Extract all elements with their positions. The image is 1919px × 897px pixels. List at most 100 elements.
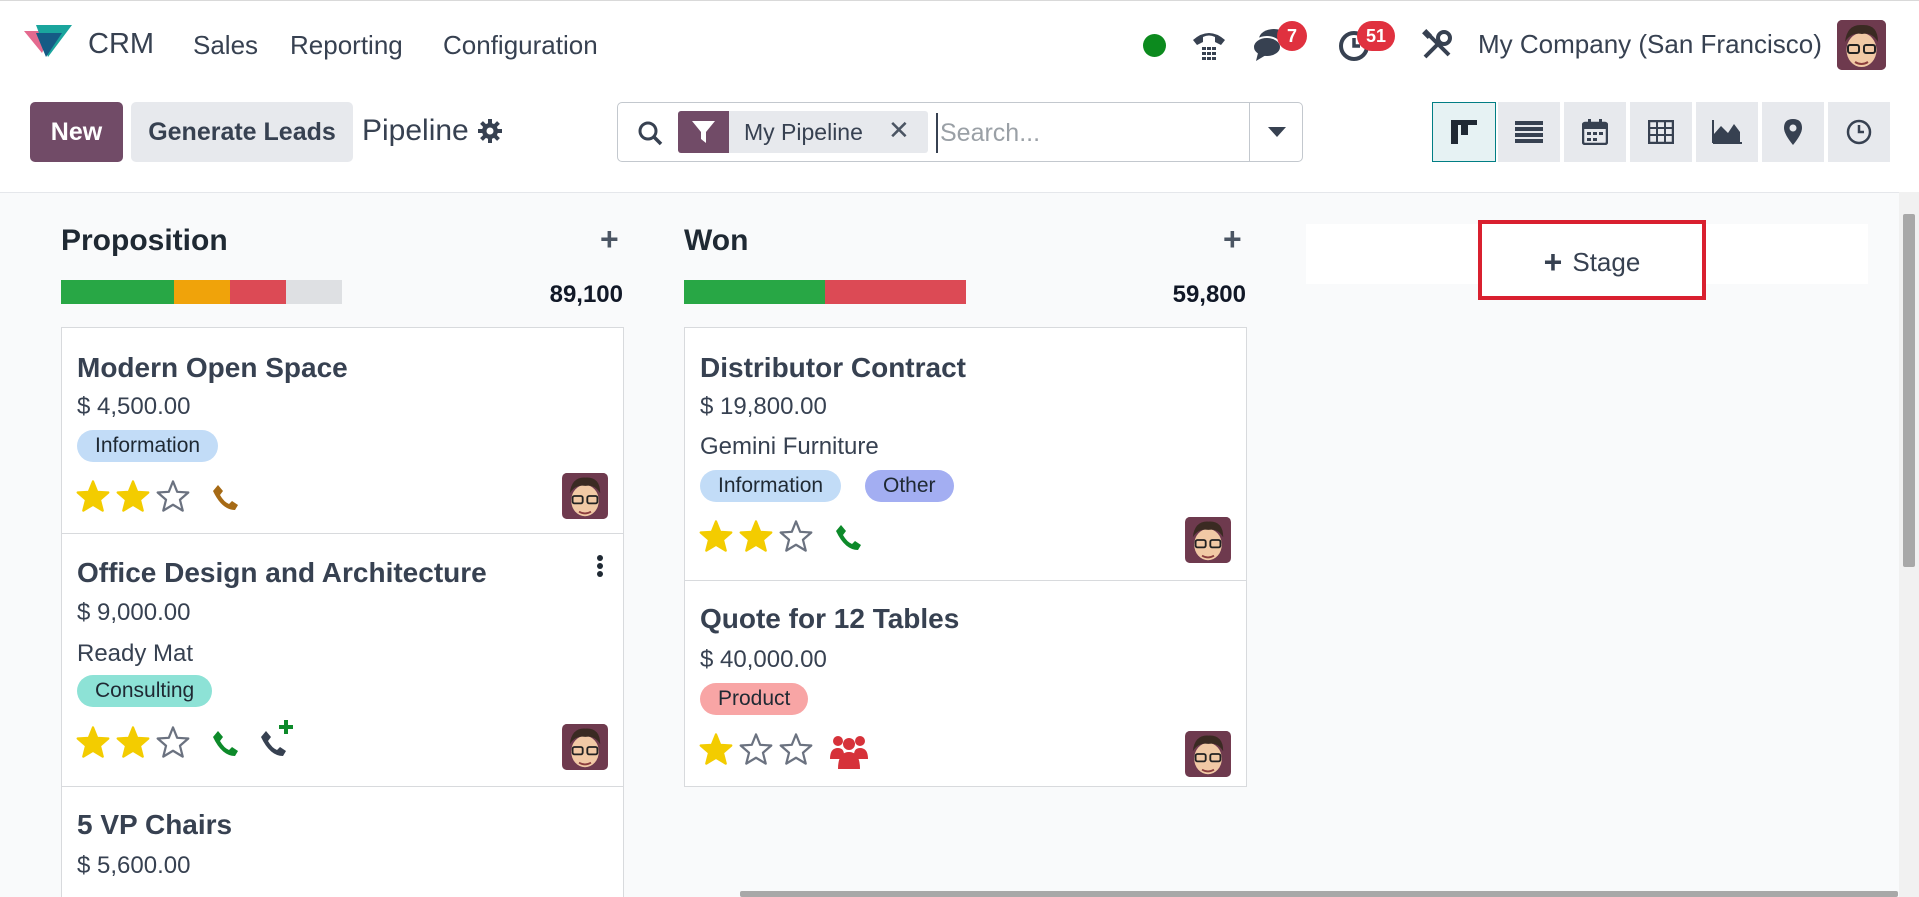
card-title: Office Design and Architecture xyxy=(77,557,487,588)
priority-stars[interactable] xyxy=(76,726,190,763)
kanban-card[interactable]: Modern Open Space $ 4,500.00 Information xyxy=(61,327,624,534)
search-facet[interactable]: My Pipeline ✕ xyxy=(678,111,928,153)
vertical-scrollbar[interactable] xyxy=(1899,192,1919,897)
status-dot-icon[interactable] xyxy=(1143,34,1166,57)
star-filled-icon[interactable] xyxy=(76,480,110,517)
card-amount: $ 4,500.00 xyxy=(77,393,191,420)
kanban-card[interactable]: Quote for 12 Tables $ 40,000.00 Product xyxy=(684,580,1247,787)
tag-information: Information xyxy=(700,470,842,502)
star-empty-icon[interactable] xyxy=(779,733,813,770)
card-partner: Gemini Furniture xyxy=(700,433,879,460)
card-amount: $ 9,000.00 xyxy=(77,599,191,626)
tag-information: Information xyxy=(77,430,219,462)
kanban-card[interactable]: Distributor Contract $ 19,800.00 Gemini … xyxy=(684,327,1247,581)
area-chart-icon xyxy=(1712,120,1742,144)
column-title-proposition[interactable]: Proposition xyxy=(61,224,228,258)
clock-icon xyxy=(1846,119,1872,145)
column-total-won: 59,800 xyxy=(1172,281,1246,308)
star-empty-icon[interactable] xyxy=(156,726,190,763)
search-bar[interactable]: My Pipeline ✕ xyxy=(617,102,1303,162)
card-amount: $ 5,600.00 xyxy=(77,852,191,879)
star-filled-icon[interactable] xyxy=(76,726,110,763)
breadcrumb-pipeline: Pipeline xyxy=(362,114,469,147)
phone-activity-icon[interactable] xyxy=(835,523,863,551)
card-title: 5 VP Chairs xyxy=(77,809,233,840)
progress-segment[interactable] xyxy=(286,280,342,304)
column-progress-won[interactable] xyxy=(684,280,966,304)
star-empty-icon[interactable] xyxy=(779,520,813,557)
gear-icon[interactable] xyxy=(477,118,503,144)
schedule-call-icon[interactable] xyxy=(260,720,298,758)
meeting-users-icon[interactable] xyxy=(830,733,868,769)
new-button[interactable]: New xyxy=(30,102,123,162)
company-switcher[interactable]: My Company (San Francisco) xyxy=(1478,29,1822,60)
view-calendar-button[interactable] xyxy=(1564,102,1628,162)
tag-product: Product xyxy=(700,683,809,715)
star-filled-icon[interactable] xyxy=(116,480,150,517)
caret-down-icon xyxy=(1268,127,1286,137)
search-options-toggle[interactable] xyxy=(1249,103,1302,161)
search-input[interactable] xyxy=(936,113,1236,153)
salesperson-avatar[interactable] xyxy=(562,724,608,770)
remove-facet-icon[interactable]: ✕ xyxy=(888,115,910,146)
kanban-card[interactable]: Office Design and Architecture $ 9,000.0… xyxy=(61,533,624,787)
quick-create-proposition-button[interactable]: + xyxy=(600,221,619,258)
horizontal-scrollbar-thumb[interactable] xyxy=(740,891,1898,897)
quick-create-won-button[interactable]: + xyxy=(1223,221,1242,258)
messages-badge: 7 xyxy=(1277,21,1307,51)
progress-segment[interactable] xyxy=(174,280,230,304)
salesperson-avatar[interactable] xyxy=(562,473,608,519)
star-filled-icon[interactable] xyxy=(699,520,733,557)
star-empty-icon[interactable] xyxy=(739,733,773,770)
map-marker-icon xyxy=(1784,119,1802,145)
tools-icon[interactable] xyxy=(1421,29,1453,61)
star-filled-icon[interactable] xyxy=(739,520,773,557)
progress-segment[interactable] xyxy=(61,280,174,304)
generate-leads-button[interactable]: Generate Leads xyxy=(131,102,353,162)
priority-stars[interactable] xyxy=(699,733,813,770)
menu-configuration[interactable]: Configuration xyxy=(443,29,598,61)
kanban-icon xyxy=(1451,120,1477,144)
top-navbar: CRM Sales Reporting Configuration 7 51 M… xyxy=(0,0,1919,90)
filter-icon xyxy=(692,121,715,143)
column-title-won[interactable]: Won xyxy=(684,224,748,258)
phone-activity-icon[interactable] xyxy=(212,483,240,511)
view-activity-button[interactable] xyxy=(1828,102,1892,162)
add-stage-button[interactable]: + Stage xyxy=(1478,220,1706,300)
column-progress-proposition[interactable] xyxy=(61,280,342,304)
kanban-card[interactable]: 5 VP Chairs $ 5,600.00 xyxy=(61,786,624,897)
progress-segment[interactable] xyxy=(825,280,966,304)
crm-logo-icon[interactable] xyxy=(22,23,74,63)
progress-segment[interactable] xyxy=(230,280,286,304)
salesperson-avatar[interactable] xyxy=(1185,731,1231,777)
vertical-scrollbar-thumb[interactable] xyxy=(1903,214,1915,567)
view-map-button[interactable] xyxy=(1762,102,1826,162)
star-filled-icon[interactable] xyxy=(116,726,150,763)
priority-stars[interactable] xyxy=(76,480,190,517)
phone-activity-icon[interactable] xyxy=(212,729,240,757)
star-filled-icon[interactable] xyxy=(699,733,733,770)
view-kanban-button[interactable] xyxy=(1432,102,1496,162)
view-pivot-button[interactable] xyxy=(1630,102,1694,162)
view-graph-button[interactable] xyxy=(1696,102,1760,162)
star-empty-icon[interactable] xyxy=(156,480,190,517)
column-total-proposition: 89,100 xyxy=(549,281,623,308)
app-name[interactable]: CRM xyxy=(88,28,154,60)
card-menu-icon[interactable] xyxy=(596,554,604,578)
progress-segment[interactable] xyxy=(684,280,825,304)
facet-label: My Pipeline xyxy=(744,119,863,145)
salesperson-avatar[interactable] xyxy=(1185,517,1231,563)
tag-consulting: Consulting xyxy=(77,675,213,707)
priority-stars[interactable] xyxy=(699,520,813,557)
user-avatar[interactable] xyxy=(1837,20,1886,70)
card-partner: Ready Mat xyxy=(77,640,194,667)
card-title: Distributor Contract xyxy=(700,352,966,383)
menu-sales[interactable]: Sales xyxy=(193,29,258,61)
list-icon xyxy=(1515,121,1543,143)
pivot-table-icon xyxy=(1648,120,1674,144)
view-list-button[interactable] xyxy=(1498,102,1562,162)
voip-phone-icon[interactable] xyxy=(1190,28,1228,62)
menu-reporting[interactable]: Reporting xyxy=(290,29,403,61)
activities-badge: 51 xyxy=(1357,21,1395,51)
search-icon[interactable] xyxy=(637,120,663,146)
